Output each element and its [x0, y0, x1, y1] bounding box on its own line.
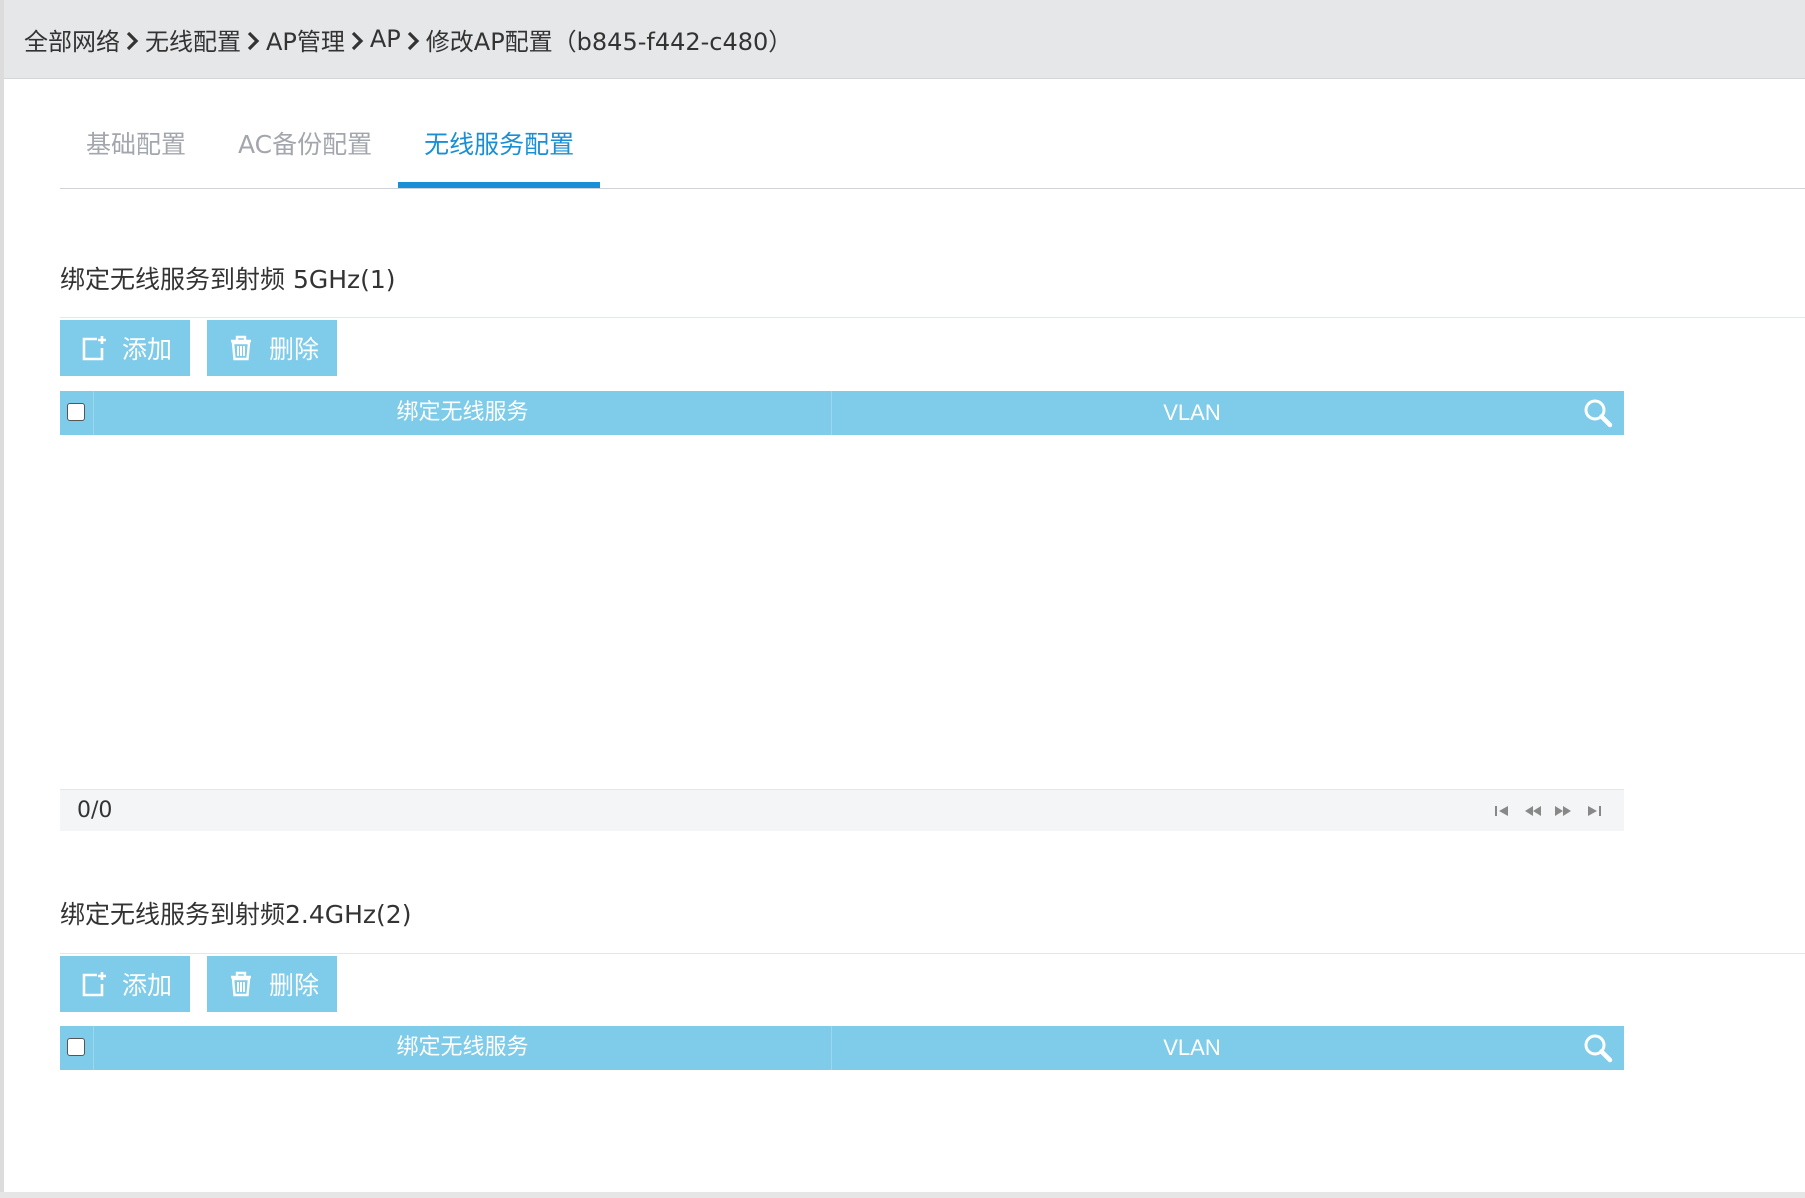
chevron-right-icon: [406, 30, 420, 52]
delete-button-label: 删除: [269, 971, 320, 1000]
delete-button[interactable]: 删除: [207, 956, 337, 1012]
trash-icon: [227, 334, 255, 362]
breadcrumb-item-wireless-config[interactable]: 无线配置: [145, 22, 241, 57]
next-page-icon[interactable]: [1552, 803, 1574, 819]
page-bottom-border: [0, 1192, 1805, 1198]
breadcrumb-item-ap[interactable]: AP: [370, 25, 401, 53]
chevron-right-icon: [125, 30, 139, 52]
pagination-bar: 0/0: [60, 789, 1624, 831]
breadcrumb-item-current-page: 修改AP配置（b845-f442-c480）: [425, 27, 793, 56]
first-page-icon[interactable]: [1492, 803, 1514, 819]
prev-page-icon[interactable]: [1522, 803, 1544, 819]
breadcrumb-item-ap-management[interactable]: AP管理: [266, 22, 345, 57]
section-divider: [60, 953, 1805, 954]
column-header-vlan[interactable]: VLAN: [832, 1026, 1552, 1070]
search-icon[interactable]: [1582, 1032, 1614, 1064]
section-divider: [60, 317, 1805, 318]
tab-wireless-service-config[interactable]: 无线服务配置: [398, 110, 601, 188]
add-button-label: 添加: [122, 335, 173, 364]
add-button[interactable]: 添加: [60, 320, 190, 376]
chevron-right-icon: [246, 30, 260, 52]
page-left-border: [0, 0, 4, 1198]
tab-bar: 基础配置 AC备份配置 无线服务配置: [60, 110, 1805, 189]
delete-button-label: 删除: [269, 335, 320, 364]
add-button[interactable]: 添加: [60, 956, 190, 1012]
table-body: [60, 1070, 1624, 1192]
breadcrumb: 全部网络 无线配置 AP管理 AP 修改AP配置（b845-f442-c480）: [4, 0, 1805, 79]
table-body: [60, 435, 1624, 789]
section-title-2-4ghz: 绑定无线服务到射频2.4GHz(2): [60, 900, 412, 929]
select-all-cell: [60, 1026, 94, 1070]
table-header: 绑定无线服务 VLAN: [60, 391, 1624, 435]
column-header-vlan[interactable]: VLAN: [832, 391, 1552, 435]
search-icon[interactable]: [1582, 397, 1614, 429]
column-header-wireless-service[interactable]: 绑定无线服务: [94, 1026, 832, 1070]
column-header-wireless-service[interactable]: 绑定无线服务: [94, 391, 832, 435]
chevron-right-icon: [350, 30, 364, 52]
section-title-5ghz: 绑定无线服务到射频 5GHz(1): [60, 265, 396, 294]
last-page-icon[interactable]: [1582, 803, 1604, 819]
breadcrumb-item-all-networks[interactable]: 全部网络: [24, 22, 120, 57]
add-button-label: 添加: [122, 971, 173, 1000]
trash-icon: [227, 970, 255, 998]
delete-button[interactable]: 删除: [207, 320, 337, 376]
select-all-cell: [60, 391, 94, 435]
tab-ac-backup-config[interactable]: AC备份配置: [212, 110, 398, 188]
add-icon: [80, 334, 108, 362]
pagination-count: 0/0: [77, 798, 113, 823]
table-header: 绑定无线服务 VLAN: [60, 1026, 1624, 1070]
select-all-checkbox[interactable]: [67, 1038, 85, 1056]
pagination-nav: [1492, 803, 1604, 819]
select-all-checkbox[interactable]: [67, 403, 85, 421]
tab-basic-config[interactable]: 基础配置: [60, 110, 212, 188]
add-icon: [80, 970, 108, 998]
